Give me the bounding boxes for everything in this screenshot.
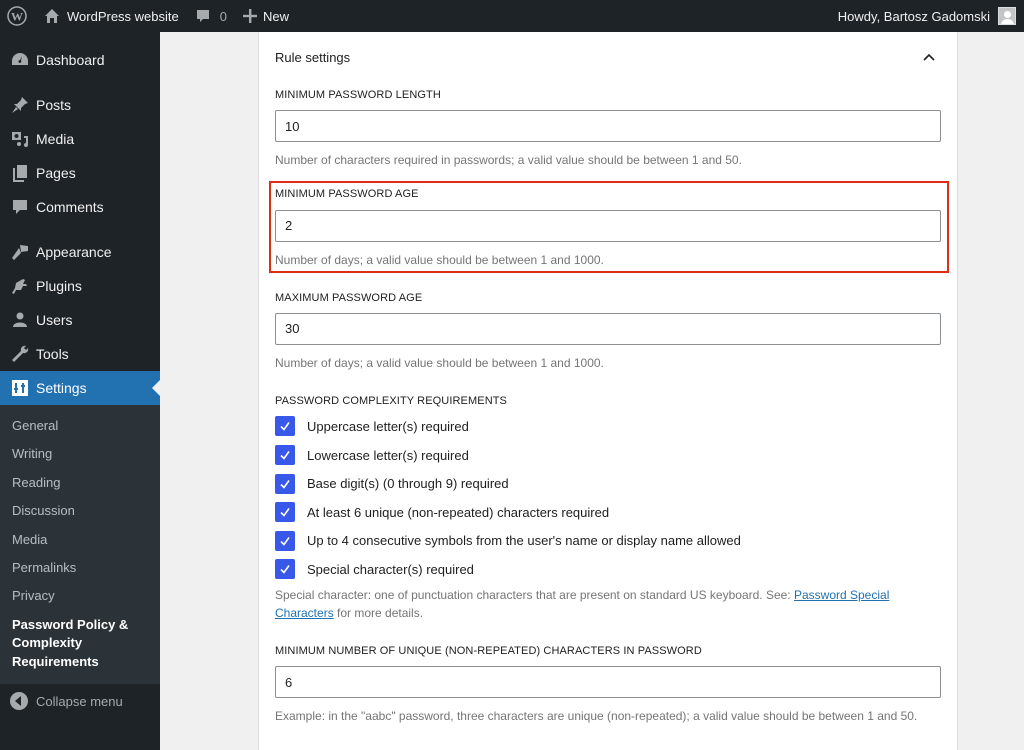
- sidebar-item-comments[interactable]: Comments: [0, 190, 160, 224]
- site-name: WordPress website: [67, 8, 179, 24]
- pages-icon: [10, 163, 30, 183]
- complexity-field: Password complexity requirements Upperca…: [275, 394, 941, 622]
- min-unique-label: Minimum number of unique (non-repeated) …: [275, 644, 702, 657]
- max-age-field: Maximum password age Number of days; a v…: [275, 291, 941, 372]
- comments-link[interactable]: 0: [187, 0, 235, 32]
- submenu-discussion[interactable]: Discussion: [0, 497, 160, 525]
- min-age-label: Minimum password age: [275, 188, 419, 201]
- sidebar-item-dashboard[interactable]: Dashboard: [0, 43, 160, 77]
- new-content-button[interactable]: New: [235, 0, 297, 32]
- plug-icon: [10, 276, 30, 296]
- min-age-field: Minimum password age Number of days; a v…: [269, 181, 949, 273]
- sidebar-item-users[interactable]: Users: [0, 303, 160, 337]
- user-greeting: Howdy, Bartosz Gadomski: [837, 8, 990, 24]
- complexity-option[interactable]: Lowercase letter(s) required: [275, 441, 941, 470]
- submenu-media[interactable]: Media: [0, 526, 160, 554]
- sidebar-item-plugins[interactable]: Plugins: [0, 269, 160, 303]
- paintbrush-icon: [10, 242, 30, 262]
- sliders-icon: [10, 378, 30, 398]
- min-unique-help: Example: in the "aabc" password, three c…: [275, 709, 918, 724]
- submenu-password-policy[interactable]: Password Policy & Complexity Requirement…: [0, 611, 160, 677]
- panel-title: Rule settings: [275, 49, 351, 65]
- submenu-permalinks[interactable]: Permalinks: [0, 554, 160, 582]
- wordpress-logo-button[interactable]: W: [0, 0, 36, 32]
- settings-submenu: General Writing Reading Discussion Media…: [0, 405, 160, 685]
- complexity-help: Special character: one of punctuation ch…: [275, 587, 890, 620]
- submenu-reading[interactable]: Reading: [0, 469, 160, 497]
- checkbox-checked[interactable]: [275, 530, 295, 551]
- plus-icon: [242, 9, 257, 23]
- admin-sidebar: Dashboard Posts Media Pages Comments App…: [0, 32, 160, 750]
- rule-settings-panel: Rule settings Minimum password length Nu…: [258, 32, 958, 750]
- comment-icon: [10, 197, 30, 217]
- complexity-option[interactable]: Up to 4 consecutive symbols from the use…: [275, 527, 941, 556]
- min-length-label: Minimum password length: [275, 89, 441, 101]
- max-age-input[interactable]: [275, 312, 941, 345]
- wordpress-logo-icon: W: [7, 6, 27, 26]
- checkbox-checked[interactable]: [275, 559, 295, 580]
- complexity-option[interactable]: At least 6 unique (non-repeated) charact…: [275, 498, 941, 527]
- avatar: [998, 7, 1016, 25]
- pin-icon: [10, 95, 30, 115]
- user-icon: [10, 310, 30, 330]
- sidebar-item-media[interactable]: Media: [0, 122, 160, 156]
- home-icon: [45, 9, 59, 23]
- wrench-icon: [10, 344, 30, 364]
- max-age-help: Number of days; a valid value should be …: [275, 355, 604, 370]
- checkbox-checked[interactable]: [275, 416, 295, 437]
- min-unique-input[interactable]: [275, 666, 941, 699]
- submenu-privacy[interactable]: Privacy: [0, 582, 160, 610]
- collapse-menu-button[interactable]: Collapse menu: [0, 684, 160, 718]
- min-length-help: Number of characters required in passwor…: [275, 153, 742, 168]
- min-length-field: Minimum password length Number of charac…: [275, 88, 941, 169]
- complexity-label: Password complexity requirements: [275, 394, 507, 407]
- new-label: New: [262, 8, 289, 24]
- comment-bubble-icon: [196, 10, 209, 22]
- account-menu[interactable]: Howdy, Bartosz Gadomski: [830, 0, 1024, 32]
- chevron-up-icon[interactable]: [917, 45, 941, 69]
- collapse-menu-label: Collapse menu: [36, 693, 123, 709]
- site-name-link[interactable]: WordPress website: [36, 0, 187, 32]
- svg-text:W: W: [11, 10, 23, 24]
- min-age-input[interactable]: [275, 209, 941, 242]
- sidebar-item-settings[interactable]: Settings: [0, 371, 160, 405]
- panel-header[interactable]: Rule settings: [259, 32, 957, 82]
- sidebar-item-posts[interactable]: Posts: [0, 88, 160, 122]
- sidebar-item-appearance[interactable]: Appearance: [0, 235, 160, 269]
- collapse-arrow-icon: [10, 692, 28, 711]
- comments-count: 0: [219, 8, 227, 24]
- checkbox-checked[interactable]: [275, 473, 295, 494]
- complexity-option[interactable]: Special character(s) required: [275, 555, 941, 584]
- min-unique-field: Minimum number of unique (non-repeated) …: [275, 644, 941, 725]
- min-age-help: Number of days; a valid value should be …: [275, 252, 604, 267]
- max-age-label: Maximum password age: [275, 291, 423, 304]
- media-icon: [10, 129, 30, 149]
- dashboard-icon: [10, 50, 30, 70]
- submenu-general[interactable]: General: [0, 412, 160, 440]
- complexity-option[interactable]: Uppercase letter(s) required: [275, 412, 941, 441]
- submenu-writing[interactable]: Writing: [0, 440, 160, 468]
- min-length-input[interactable]: [275, 110, 941, 143]
- checkbox-checked[interactable]: [275, 502, 295, 523]
- admin-bar: W WordPress website 0 New Howdy, Bartosz…: [0, 0, 1024, 32]
- sidebar-item-tools[interactable]: Tools: [0, 337, 160, 371]
- sidebar-item-pages[interactable]: Pages: [0, 156, 160, 190]
- complexity-option[interactable]: Base digit(s) (0 through 9) required: [275, 469, 941, 498]
- checkbox-checked[interactable]: [275, 445, 295, 466]
